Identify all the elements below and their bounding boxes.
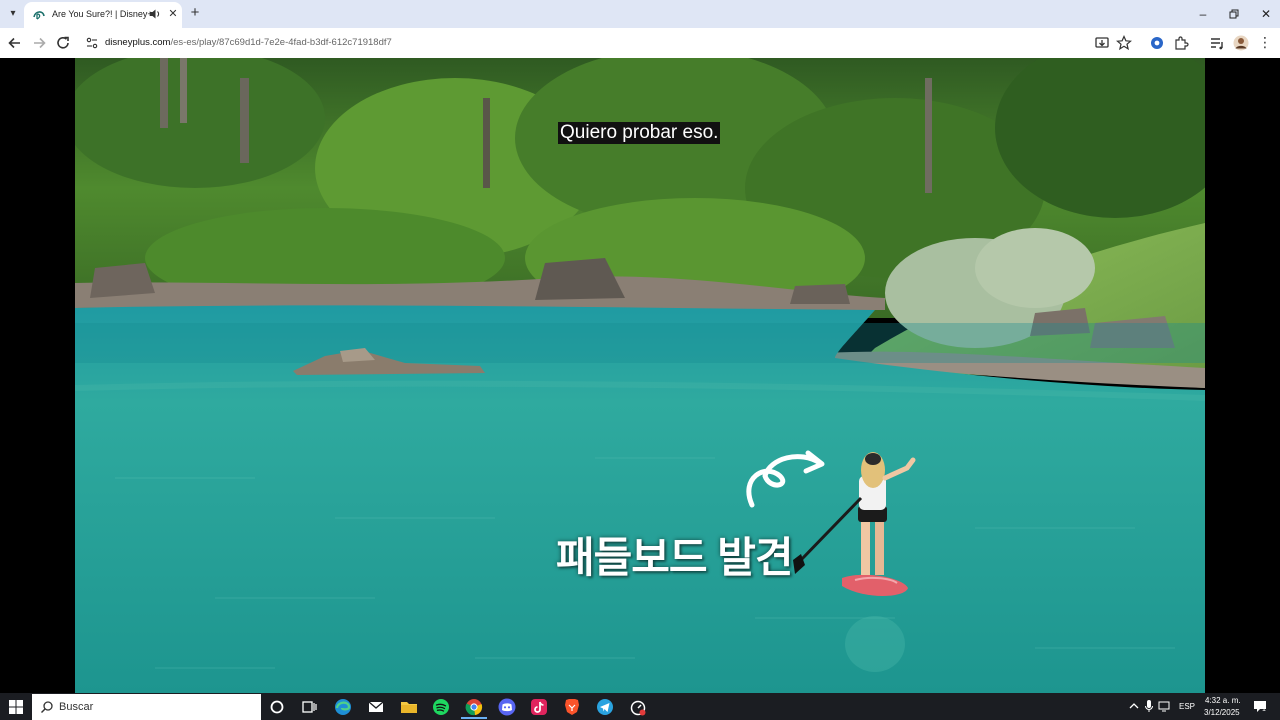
disney-plus-favicon-icon: [33, 11, 45, 20]
reload-icon[interactable]: [54, 34, 72, 52]
url-host: disneyplus.com: [105, 37, 171, 48]
close-tab-icon[interactable]: ✕: [166, 7, 180, 21]
forward-arrow-icon[interactable]: [30, 34, 48, 52]
search-placeholder: Buscar: [59, 701, 94, 713]
discord-icon[interactable]: [496, 696, 518, 718]
profile-avatar-icon[interactable]: [1232, 34, 1250, 52]
lake-scene-image: [75, 58, 1205, 693]
speaker-icon[interactable]: [148, 7, 162, 21]
extensions-puzzle-icon[interactable]: [1172, 34, 1190, 52]
taskbar-search-box[interactable]: Buscar: [32, 694, 261, 720]
taskbar: Buscar ESP 4:32 a. m. 3/12/2025 1: [0, 693, 1280, 720]
notification-count: 1: [1262, 706, 1266, 713]
new-tab-button[interactable]: +: [186, 5, 204, 23]
clock-time[interactable]: 4:32 a. m.: [1205, 696, 1241, 705]
video-frame[interactable]: [75, 58, 1205, 693]
file-explorer-icon[interactable]: [398, 696, 420, 718]
tab-search-chevron-icon[interactable]: ▾: [4, 5, 22, 23]
minimize-button[interactable]: –: [1191, 4, 1215, 24]
restore-button[interactable]: [1222, 4, 1246, 24]
extension-badge-icon[interactable]: [1148, 34, 1166, 52]
spotify-icon[interactable]: [430, 696, 452, 718]
cortana-icon[interactable]: [266, 696, 288, 718]
tab-disney-plus[interactable]: Are You Sure?! | Disney+ ✕: [24, 2, 182, 28]
restore-icon: [1229, 9, 1239, 19]
url-path: /es-es/play/87c69d1d-7e2e-4fad-b3df-612c…: [170, 37, 392, 48]
close-window-button[interactable]: ✕: [1254, 4, 1278, 24]
edge-icon[interactable]: [332, 696, 354, 718]
task-view-icon[interactable]: [298, 696, 320, 718]
tab-strip: ▾ Are You Sure?! | Disney+ ✕ + – ✕: [0, 0, 1280, 28]
microphone-icon[interactable]: [1143, 698, 1155, 714]
search-icon: [41, 701, 53, 713]
bookmark-star-icon[interactable]: [1115, 34, 1133, 52]
brave-icon[interactable]: [561, 696, 583, 718]
active-app-indicator: [461, 717, 487, 719]
install-app-icon[interactable]: [1093, 34, 1111, 52]
chrome-icon[interactable]: [463, 696, 485, 718]
burned-in-caption: 패들보드 발견: [556, 534, 794, 581]
tiktok-icon[interactable]: [528, 696, 550, 718]
tab-title: Are You Sure?! | Disney+: [52, 9, 153, 19]
video-player[interactable]: Quiero probar eso. 패들보드 발견: [0, 58, 1280, 693]
site-info-icon[interactable]: [85, 36, 99, 50]
stopwatch-app-icon[interactable]: [627, 696, 649, 718]
language-indicator[interactable]: ESP: [1179, 702, 1195, 711]
clock-date[interactable]: 3/12/2025: [1204, 708, 1240, 717]
media-controls-icon[interactable]: [1208, 34, 1226, 52]
network-icon[interactable]: [1158, 698, 1172, 714]
show-hidden-icons-chevron-icon[interactable]: [1128, 698, 1140, 714]
video-subtitle: Quiero probar eso.: [558, 122, 721, 144]
address-bar[interactable]: disneyplus.com/es-es/play/87c69d1d-7e2e-…: [78, 31, 1142, 55]
telegram-icon[interactable]: [594, 696, 616, 718]
mail-icon[interactable]: [365, 696, 387, 718]
back-arrow-icon[interactable]: [6, 34, 24, 52]
browser-toolbar: disneyplus.com/es-es/play/87c69d1d-7e2e-…: [0, 28, 1280, 58]
browser-menu-icon[interactable]: ⋮: [1258, 34, 1272, 52]
windows-start-icon[interactable]: [8, 699, 24, 715]
url-text: disneyplus.com/es-es/play/87c69d1d-7e2e-…: [105, 37, 392, 48]
